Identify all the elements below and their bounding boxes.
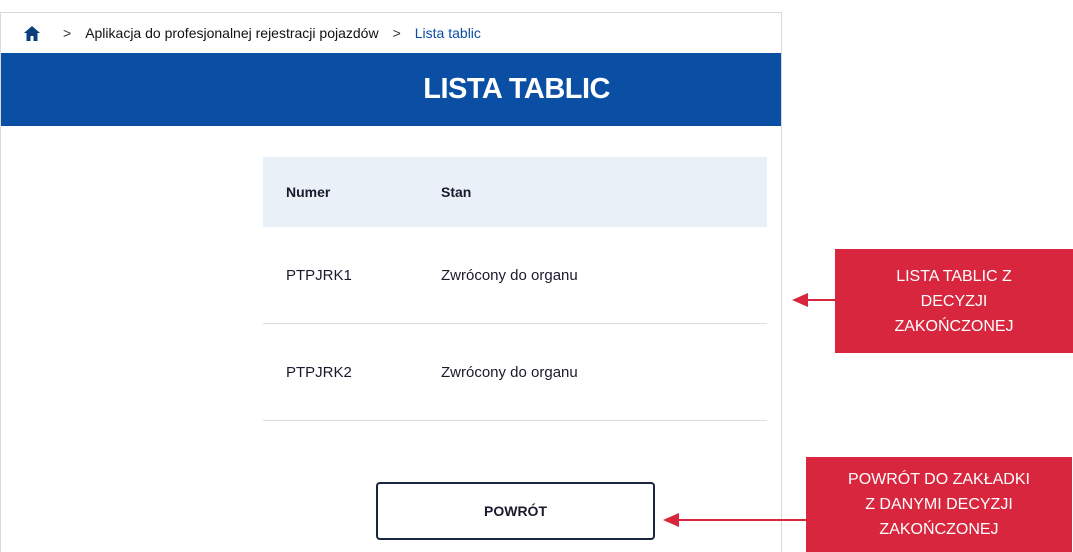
arrow-to-back-button (663, 513, 806, 527)
arrow-to-table (792, 293, 835, 307)
annotation-arrows (663, 293, 835, 527)
